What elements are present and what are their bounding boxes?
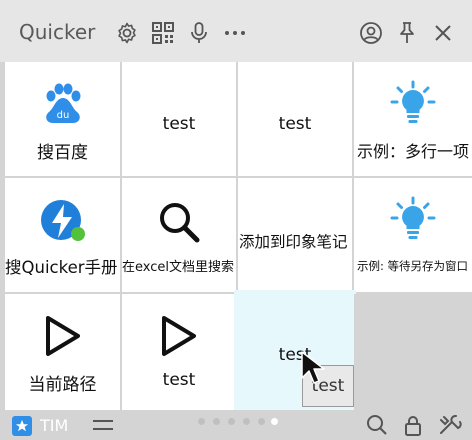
- quicker-panel: Quicker du 搜百度 test test 示例：多行一项 搜Quicke…: [0, 0, 472, 436]
- app-title: Quicker: [19, 20, 96, 44]
- page-dot-5[interactable]: [258, 418, 265, 425]
- pin-icon[interactable]: [394, 20, 420, 46]
- menu-icon[interactable]: [92, 418, 114, 434]
- action-label: test: [278, 345, 312, 365]
- lightbulb-icon: [390, 196, 436, 242]
- lock-icon[interactable]: [402, 414, 424, 436]
- action-label: 当前路径: [28, 375, 97, 395]
- page-dot-4[interactable]: [243, 418, 250, 425]
- search-icon[interactable]: [366, 414, 388, 436]
- magnifier-icon: [157, 200, 201, 244]
- play-triangle-icon: [43, 314, 83, 358]
- action-grid: du 搜百度 test test 示例：多行一项 搜Quicker手册 在exc…: [5, 62, 472, 412]
- gear-icon[interactable]: [114, 20, 140, 46]
- action-label: 示例：多行一项: [357, 142, 470, 161]
- action-label: test: [278, 114, 312, 134]
- action-label: test: [162, 114, 196, 134]
- footer-bar: TIM: [0, 410, 472, 436]
- quicker-bolt-icon: [40, 198, 86, 244]
- action-label: test: [162, 370, 196, 390]
- microphone-icon[interactable]: [186, 20, 212, 46]
- play-triangle-icon: [159, 314, 199, 358]
- action-test-3[interactable]: test: [122, 294, 236, 410]
- action-search-quicker-manual[interactable]: 搜Quicker手册: [5, 178, 120, 292]
- action-label: 示例: 等待另存为窗口: [357, 259, 469, 273]
- svg-text:du: du: [56, 110, 69, 121]
- close-icon[interactable]: [430, 20, 456, 46]
- page-dot-3[interactable]: [228, 418, 235, 425]
- action-label: 搜Quicker手册: [5, 258, 118, 277]
- tools-icon[interactable]: [438, 414, 462, 436]
- action-search-baidu[interactable]: du 搜百度: [5, 62, 120, 176]
- more-icon[interactable]: [222, 20, 248, 46]
- page-dot-6-active[interactable]: [271, 418, 278, 425]
- user-icon[interactable]: [358, 20, 384, 46]
- page-dot-1[interactable]: [198, 418, 205, 425]
- action-label: 在excel文档里搜索: [122, 260, 234, 275]
- app-switch-label[interactable]: TIM: [40, 416, 68, 435]
- action-current-path[interactable]: 当前路径: [5, 294, 120, 410]
- action-search-in-excel[interactable]: 在excel文档里搜索: [122, 178, 236, 292]
- action-test-1[interactable]: test: [122, 62, 236, 176]
- action-add-to-evernote[interactable]: 添加到印象笔记: [238, 178, 352, 292]
- header-bar: Quicker: [0, 0, 472, 62]
- mouse-cursor-icon: [301, 351, 325, 384]
- action-example-wait-save-as[interactable]: 示例: 等待另存为窗口: [354, 178, 472, 292]
- action-label: 添加到印象笔记: [239, 233, 348, 251]
- empty-slot[interactable]: [354, 294, 472, 410]
- qrcode-icon[interactable]: [150, 20, 176, 46]
- tim-app-icon[interactable]: [12, 416, 32, 436]
- page-dot-2[interactable]: [213, 418, 220, 425]
- action-label: 搜百度: [37, 143, 88, 163]
- action-example-multiline[interactable]: 示例：多行一项: [354, 62, 472, 176]
- action-test-2[interactable]: test: [238, 62, 352, 176]
- baidu-icon: du: [41, 82, 85, 124]
- lightbulb-icon: [390, 80, 436, 126]
